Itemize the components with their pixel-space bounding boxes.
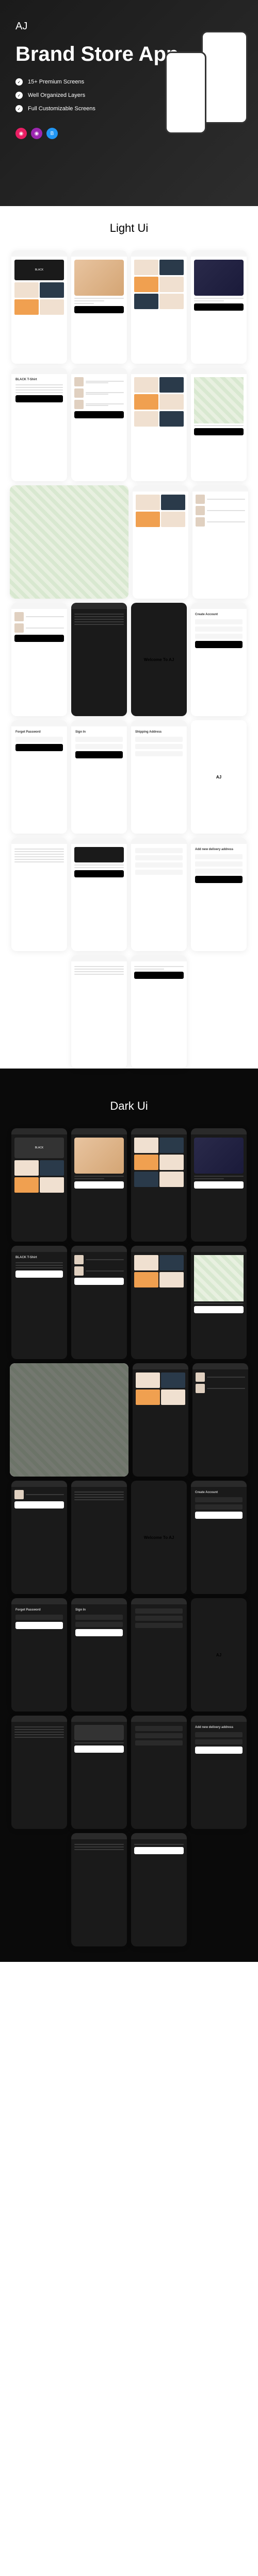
list-screen <box>131 368 187 481</box>
social-links: ◉ ◉ B <box>15 128 243 139</box>
filter-dark <box>11 1481 67 1594</box>
phone-mockup <box>201 31 248 124</box>
welcome-screen: Welcome To AJ <box>131 603 187 716</box>
check-icon <box>15 105 23 112</box>
profile-screen <box>131 838 187 951</box>
menu-dark <box>71 1481 127 1594</box>
add-address-dark: Add new delivery address <box>191 1716 247 1829</box>
address-screen: Shipping Address <box>131 720 187 834</box>
home-screen: BLACK <box>11 250 67 364</box>
map-preview-dark <box>191 1246 247 1359</box>
splash-screen: AJ <box>191 720 247 834</box>
dark-screens-grid: BLACK BLACK T-Shirt Welcome To AJ Create… <box>0 1128 258 1946</box>
checkout-dark: BLACK T-Shirt <box>11 1246 67 1359</box>
home-screen-dark: BLACK <box>11 1128 67 1242</box>
behance-icon[interactable]: B <box>46 128 58 139</box>
menu-screen <box>71 603 127 716</box>
map-dark <box>10 1363 128 1477</box>
category-dark <box>131 1128 187 1242</box>
payment-screen <box>71 838 127 951</box>
instagram-icon[interactable]: ◉ <box>31 128 42 139</box>
address-dark <box>131 1598 187 1711</box>
map-screen <box>10 485 128 599</box>
add-address-screen: Add new delivery address <box>191 838 247 951</box>
wishlist-screen <box>133 485 188 599</box>
signin-screen: Sign In <box>71 720 127 834</box>
phone-mockup <box>165 52 206 134</box>
create-dark: Create Account <box>191 1481 247 1594</box>
map-preview-screen <box>191 368 247 481</box>
product-detail-dark <box>71 1128 127 1242</box>
forgot-dark: Forget Password <box>11 1598 67 1711</box>
orders-screen <box>192 485 248 599</box>
product-screen <box>191 250 247 364</box>
category-screen <box>131 250 187 364</box>
payment-dark <box>71 1716 127 1829</box>
section-title-dark: Dark Ui <box>0 1084 258 1128</box>
wishlist-dark <box>133 1363 188 1477</box>
orders-dark <box>192 1363 248 1477</box>
product-dark <box>191 1128 247 1242</box>
filter-screen <box>11 603 67 716</box>
dribbble-icon[interactable]: ◉ <box>15 128 27 139</box>
product-detail-screen <box>71 250 127 364</box>
hero-section: AJ Brand Store App 15+ Premium Screens W… <box>0 0 258 206</box>
forgot-password-screen: Forget Password <box>11 720 67 834</box>
settings-screen <box>11 838 67 951</box>
confirm-dark <box>131 1833 187 1946</box>
create-account-screen: Create Account <box>191 603 247 716</box>
list-dark <box>131 1246 187 1359</box>
check-icon <box>15 78 23 86</box>
checkout-screen: BLACK T-Shirt <box>11 368 67 481</box>
dark-section: Dark Ui BLACK BLACK T-Shirt Welcome To A… <box>0 1069 258 1962</box>
splash-dark: AJ <box>191 1598 247 1711</box>
review-screen <box>71 955 127 1069</box>
check-icon <box>15 92 23 99</box>
settings-dark <box>11 1716 67 1829</box>
signin-dark: Sign In <box>71 1598 127 1711</box>
light-screens-grid: BLACK BLACK T-Shirt Welcome To AJ Create… <box>0 250 258 1069</box>
cart-screen <box>71 368 127 481</box>
review-dark <box>71 1833 127 1946</box>
welcome-dark: Welcome To AJ <box>131 1481 187 1594</box>
section-title-light: Light Ui <box>0 206 258 250</box>
cart-dark <box>71 1246 127 1359</box>
confirm-screen <box>131 955 187 1069</box>
profile-dark <box>131 1716 187 1829</box>
